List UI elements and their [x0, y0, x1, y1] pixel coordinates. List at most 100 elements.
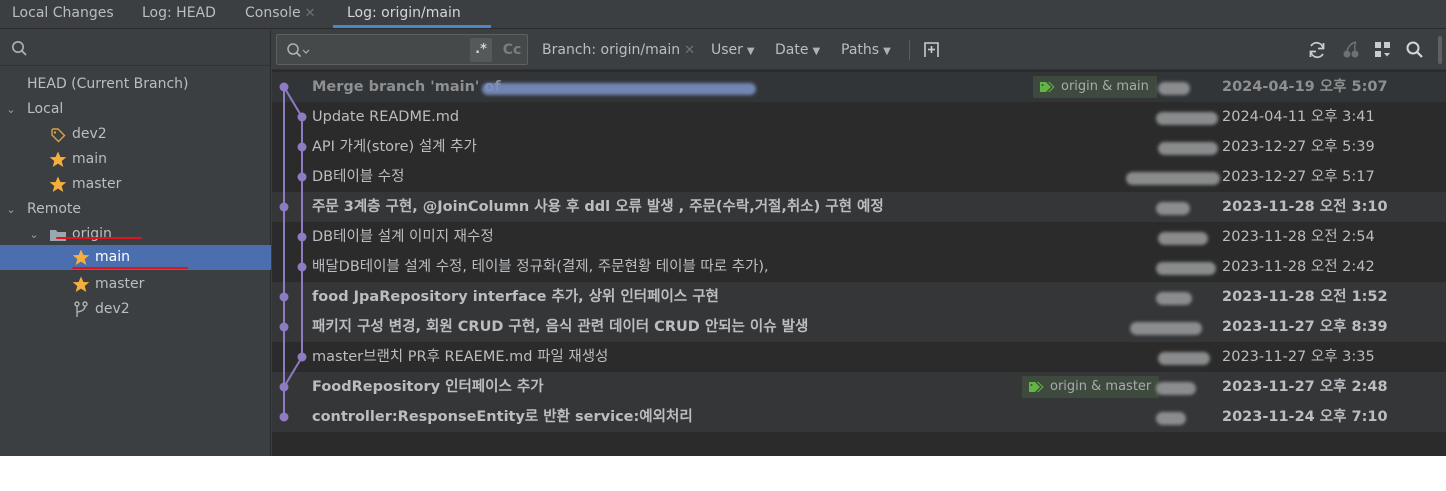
- active-tab-indicator: [333, 25, 491, 28]
- tree-item-label: main: [72, 151, 107, 167]
- commit-row[interactable]: Update README.md 2024-04-11 오후 3:41: [272, 102, 1446, 132]
- folder-icon: [50, 230, 66, 241]
- refresh-icon[interactable]: [1307, 40, 1327, 60]
- chevron-down-icon[interactable]: ⌄: [27, 222, 41, 247]
- tree-item-origin-dev2[interactable]: dev2: [0, 297, 271, 322]
- commit-message: API 가게(store) 설계 추가: [312, 139, 477, 155]
- close-icon[interactable]: ✕: [684, 43, 695, 58]
- tree-item-local-main[interactable]: main: [0, 147, 271, 172]
- chevron-down-icon: ▼: [812, 46, 821, 57]
- commit-message: DB테이블 설계 이미지 재수정: [312, 229, 494, 245]
- commit-message: Update README.md: [312, 109, 460, 125]
- tree-item-label: dev2: [95, 301, 130, 317]
- new-tab-icon[interactable]: [921, 40, 941, 60]
- branch-tag-badge: origin & main: [1033, 76, 1157, 98]
- tab-log-head[interactable]: Log: HEAD: [142, 0, 216, 29]
- chevron-down-icon[interactable]: ⌄: [4, 97, 18, 122]
- commit-date: 2024-04-11 오후 3:41: [1222, 109, 1375, 125]
- chevron-down-icon: ▼: [746, 46, 755, 57]
- tab-console[interactable]: Console ✕: [245, 0, 315, 29]
- git-log-panel: .* Cc Branch: origin/main ✕ User ▼ Date ▼ P…: [272, 30, 1446, 456]
- user-filter-label: User: [711, 42, 743, 58]
- graph-edge: [283, 86, 303, 118]
- tree-item-label: origin: [72, 226, 112, 242]
- commit-message: controller:ResponseEntity로 반환 service:예외…: [312, 409, 693, 425]
- paths-filter[interactable]: Paths ▼: [841, 30, 891, 70]
- redacted-url-link[interactable]: [482, 83, 756, 95]
- commit-node: [279, 412, 289, 422]
- match-case-toggle[interactable]: Cc: [499, 38, 525, 62]
- tree-group-local[interactable]: ⌄ Local: [0, 97, 271, 122]
- star-icon: [72, 276, 90, 292]
- tab-label: Local Changes: [12, 5, 114, 21]
- commit-row[interactable]: API 가게(store) 설계 추가 2023-12-27 오후 5:39: [272, 132, 1446, 162]
- tool-window-tabbar: Local Changes Log: HEAD Console ✕ Log: or…: [0, 0, 1446, 29]
- commit-row[interactable]: 패키지 구성 변경, 회원 CRUD 구현, 음식 관련 데이터 CRUD 안되…: [272, 312, 1446, 342]
- commit-row[interactable]: 배달DB테이블 설계 수정, 테이블 정규화(결제, 주문현황 테이블 따로 추…: [272, 252, 1446, 282]
- date-filter[interactable]: Date ▼: [775, 30, 820, 70]
- close-icon[interactable]: ✕: [305, 6, 316, 21]
- tree-item-local-master[interactable]: master: [0, 172, 271, 197]
- search-icon[interactable]: [1405, 40, 1425, 60]
- user-filter[interactable]: User ▼: [711, 30, 755, 70]
- commit-date: 2023-12-27 오후 5:39: [1222, 139, 1375, 155]
- toolbar-scroll-handle[interactable]: [1438, 36, 1442, 64]
- redacted-author: [1156, 262, 1216, 275]
- commit-node: [279, 382, 289, 392]
- commit-date: 2024-04-19 오후 5:07: [1222, 79, 1388, 95]
- commit-node: [279, 322, 289, 332]
- tag-icon: [1029, 382, 1044, 392]
- commit-message: 패키지 구성 변경, 회원 CRUD 구현, 음식 관련 데이터 CRUD 안되…: [312, 319, 809, 335]
- commit-row[interactable]: master브랜치 PR후 REAEME.md 파일 재생성 2023-11-27…: [272, 342, 1446, 372]
- commit-message: DB테이블 수정: [312, 169, 405, 185]
- commit-message: Merge branch 'main' of: [312, 79, 501, 95]
- commit-row[interactable]: DB테이블 수정 2023-12-27 오후 5:17: [272, 162, 1446, 192]
- red-annotation-underline: [56, 237, 142, 239]
- commit-date: 2023-11-27 오후 8:39: [1222, 319, 1388, 335]
- tab-local-changes[interactable]: Local Changes: [12, 0, 114, 29]
- tree-item-label: master: [95, 276, 145, 292]
- red-annotation-underline: [72, 267, 188, 269]
- commit-node: [279, 82, 289, 92]
- commit-node: [279, 202, 289, 212]
- star-icon: [72, 249, 90, 265]
- grid-options-icon[interactable]: [1373, 40, 1393, 60]
- redacted-author: [1156, 382, 1196, 395]
- toolbar-divider: [909, 40, 910, 60]
- tree-item-local-dev2[interactable]: dev2: [0, 122, 271, 147]
- regex-toggle[interactable]: .*: [470, 38, 492, 62]
- commit-node: [297, 112, 307, 122]
- branch-search-bar[interactable]: [0, 30, 271, 66]
- redacted-author: [1158, 82, 1190, 95]
- tab-label: Log: origin/main: [347, 5, 461, 21]
- branch-filter[interactable]: Branch: origin/main ✕: [542, 30, 695, 70]
- commit-date: 2023-11-24 오후 7:10: [1222, 409, 1388, 425]
- tree-item-origin-master[interactable]: master: [0, 272, 271, 297]
- chevron-down-icon[interactable]: ⌄: [4, 197, 18, 222]
- redacted-author: [1156, 412, 1186, 425]
- commit-row[interactable]: Merge branch 'main' of origin & main 2024-…: [272, 72, 1446, 102]
- commit-node: [279, 292, 289, 302]
- commit-row[interactable]: food JpaRepository interface 추가, 상위 인터페이…: [272, 282, 1446, 312]
- tab-label: Log: HEAD: [142, 5, 216, 21]
- commit-message: master브랜치 PR후 REAEME.md 파일 재생성: [312, 349, 609, 365]
- graph-edge: [283, 356, 303, 388]
- commit-search-input[interactable]: .* Cc: [276, 34, 528, 65]
- tree-group-origin[interactable]: ⌄ origin: [0, 222, 271, 247]
- date-filter-label: Date: [775, 42, 809, 58]
- tree-item-label: HEAD (Current Branch): [27, 76, 189, 92]
- search-icon: [287, 43, 310, 58]
- cherry-pick-icon[interactable]: [1341, 40, 1361, 60]
- commit-graph: [279, 82, 307, 422]
- commit-row[interactable]: FoodRepository 인터페이스 추가 origin & master 20…: [272, 372, 1446, 402]
- tree-item-head[interactable]: HEAD (Current Branch): [0, 72, 271, 97]
- redacted-author: [1156, 202, 1190, 215]
- tree-group-remote[interactable]: ⌄ Remote: [0, 197, 271, 222]
- commit-row[interactable]: controller:ResponseEntity로 반환 service:예외…: [272, 402, 1446, 432]
- commit-message: 배달DB테이블 설계 수정, 테이블 정규화(결제, 주문현황 테이블 따로 추…: [312, 259, 769, 275]
- commit-row[interactable]: 주문 3계층 구현, @JoinColumn 사용 후 ddl 오류 발생 , …: [272, 192, 1446, 222]
- commit-node: [297, 142, 307, 152]
- commit-node: [297, 232, 307, 242]
- commit-row[interactable]: DB테이블 설계 이미지 재수정 2023-11-28 오전 2:54: [272, 222, 1446, 252]
- star-icon: [49, 176, 67, 192]
